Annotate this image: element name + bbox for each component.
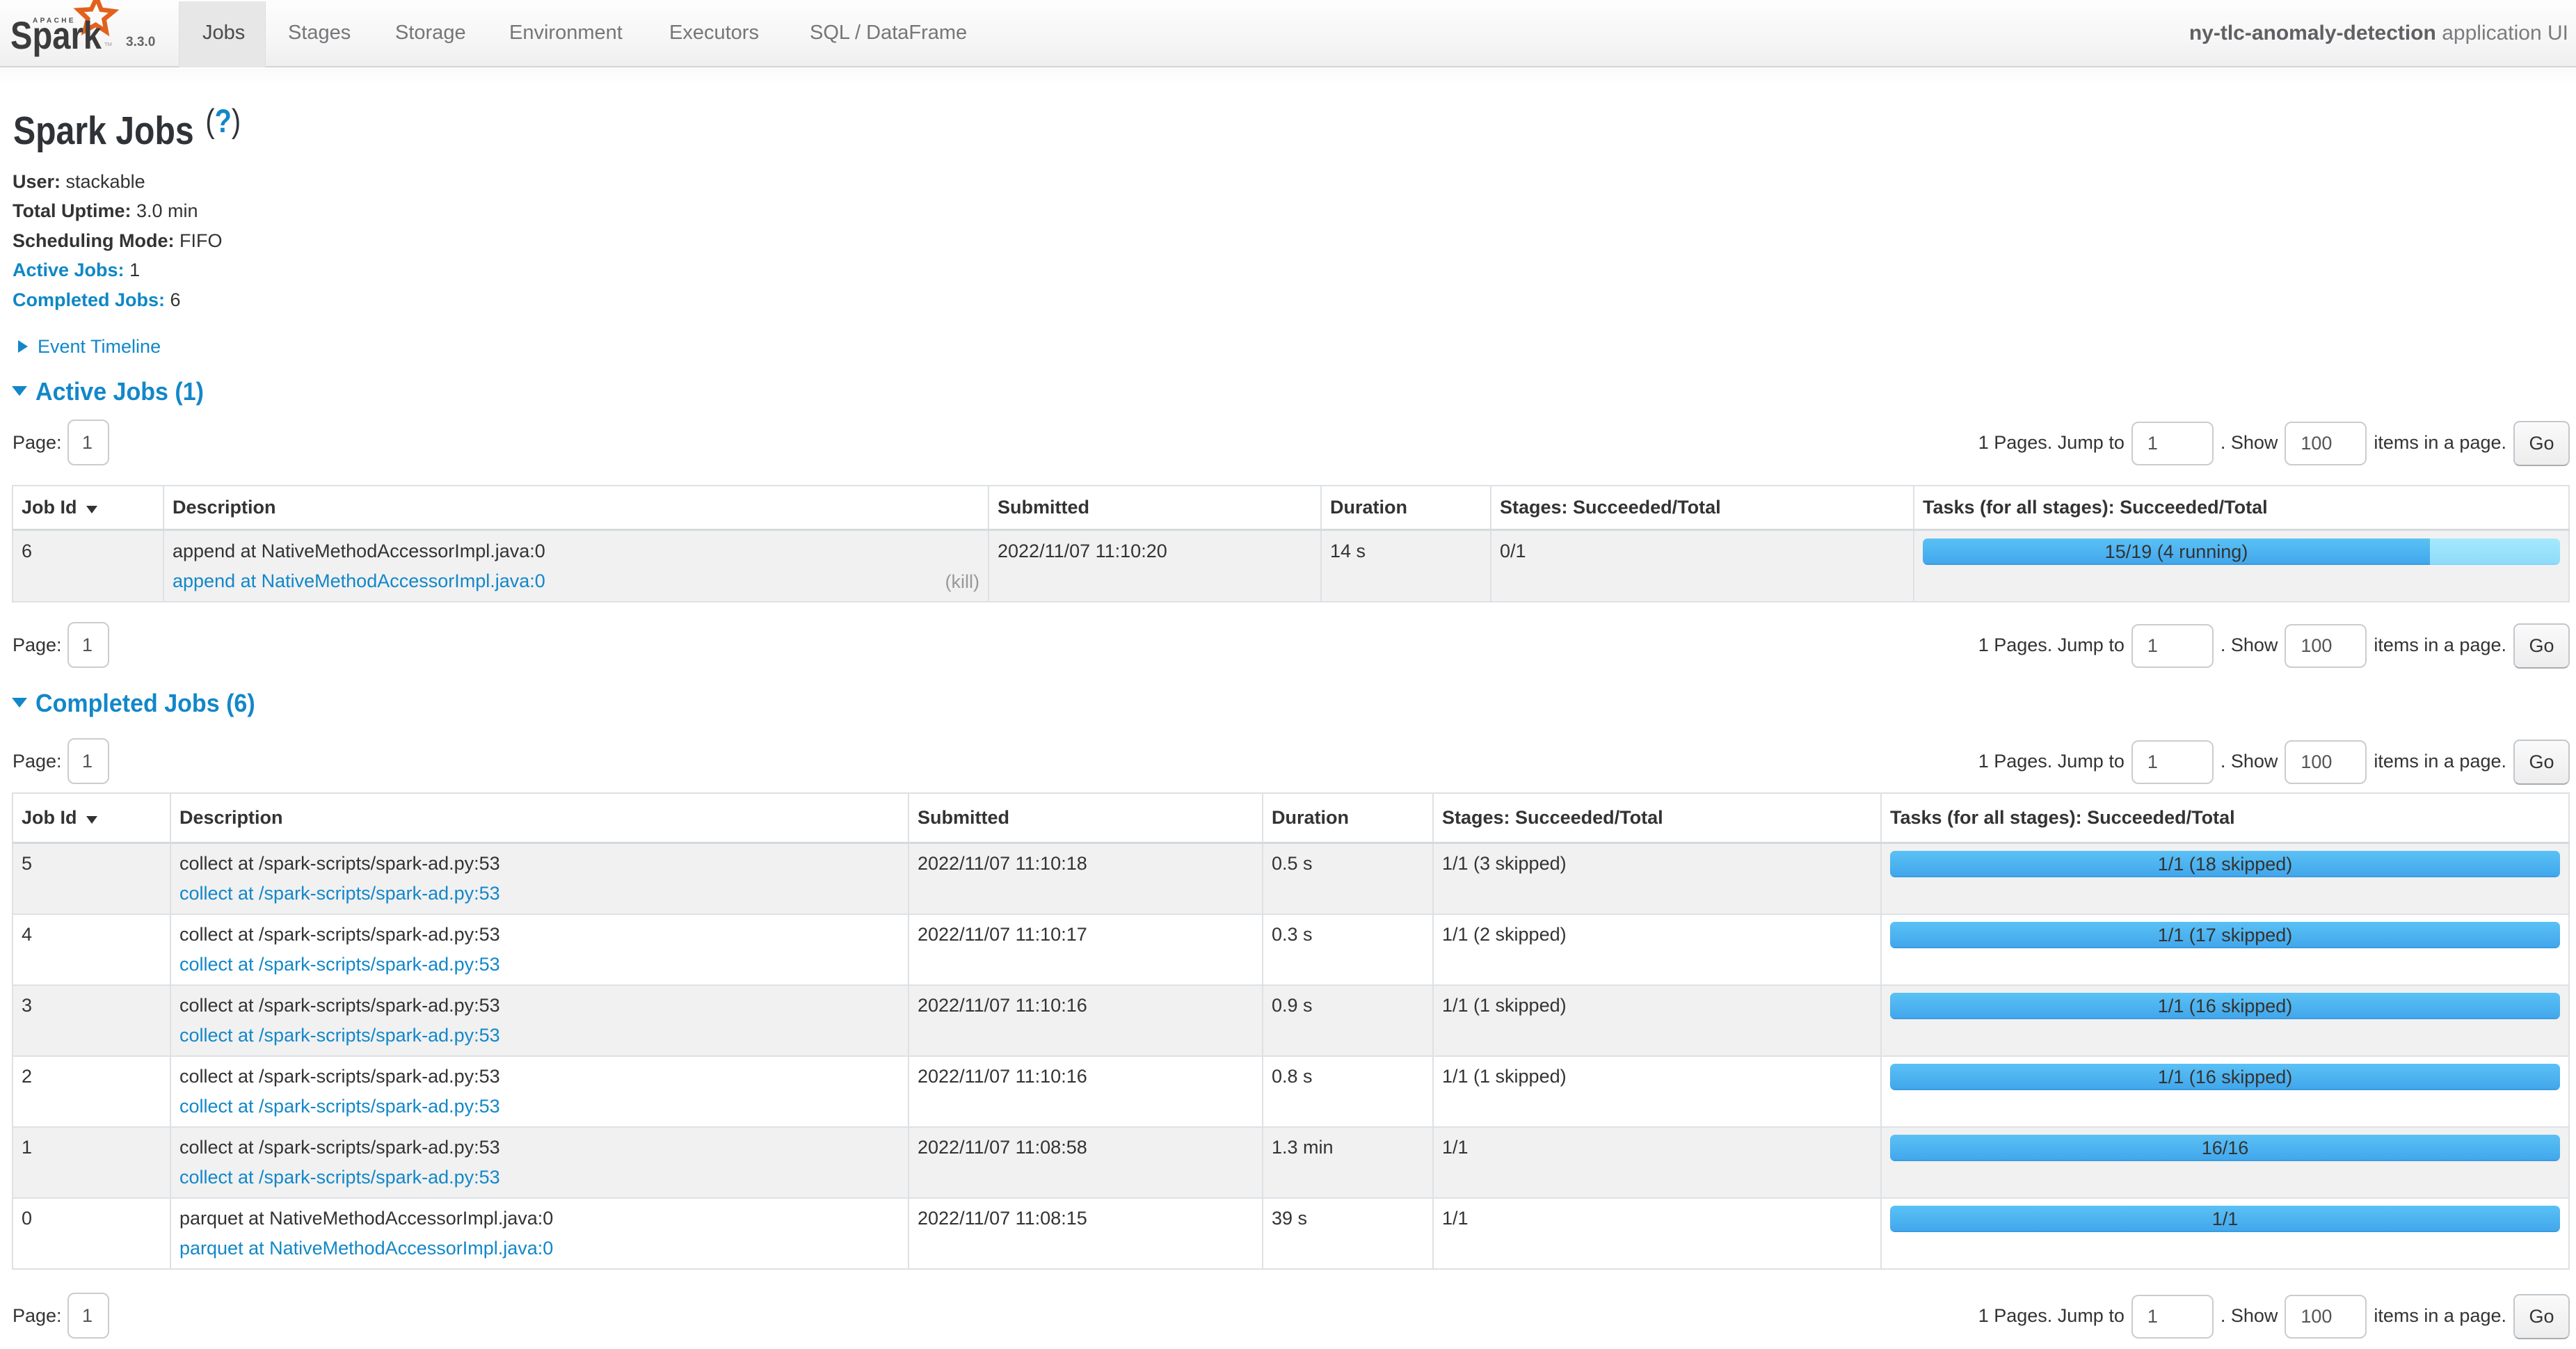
svg-text:TM: TM <box>104 41 112 47</box>
svg-text:Spark: Spark <box>10 13 102 57</box>
